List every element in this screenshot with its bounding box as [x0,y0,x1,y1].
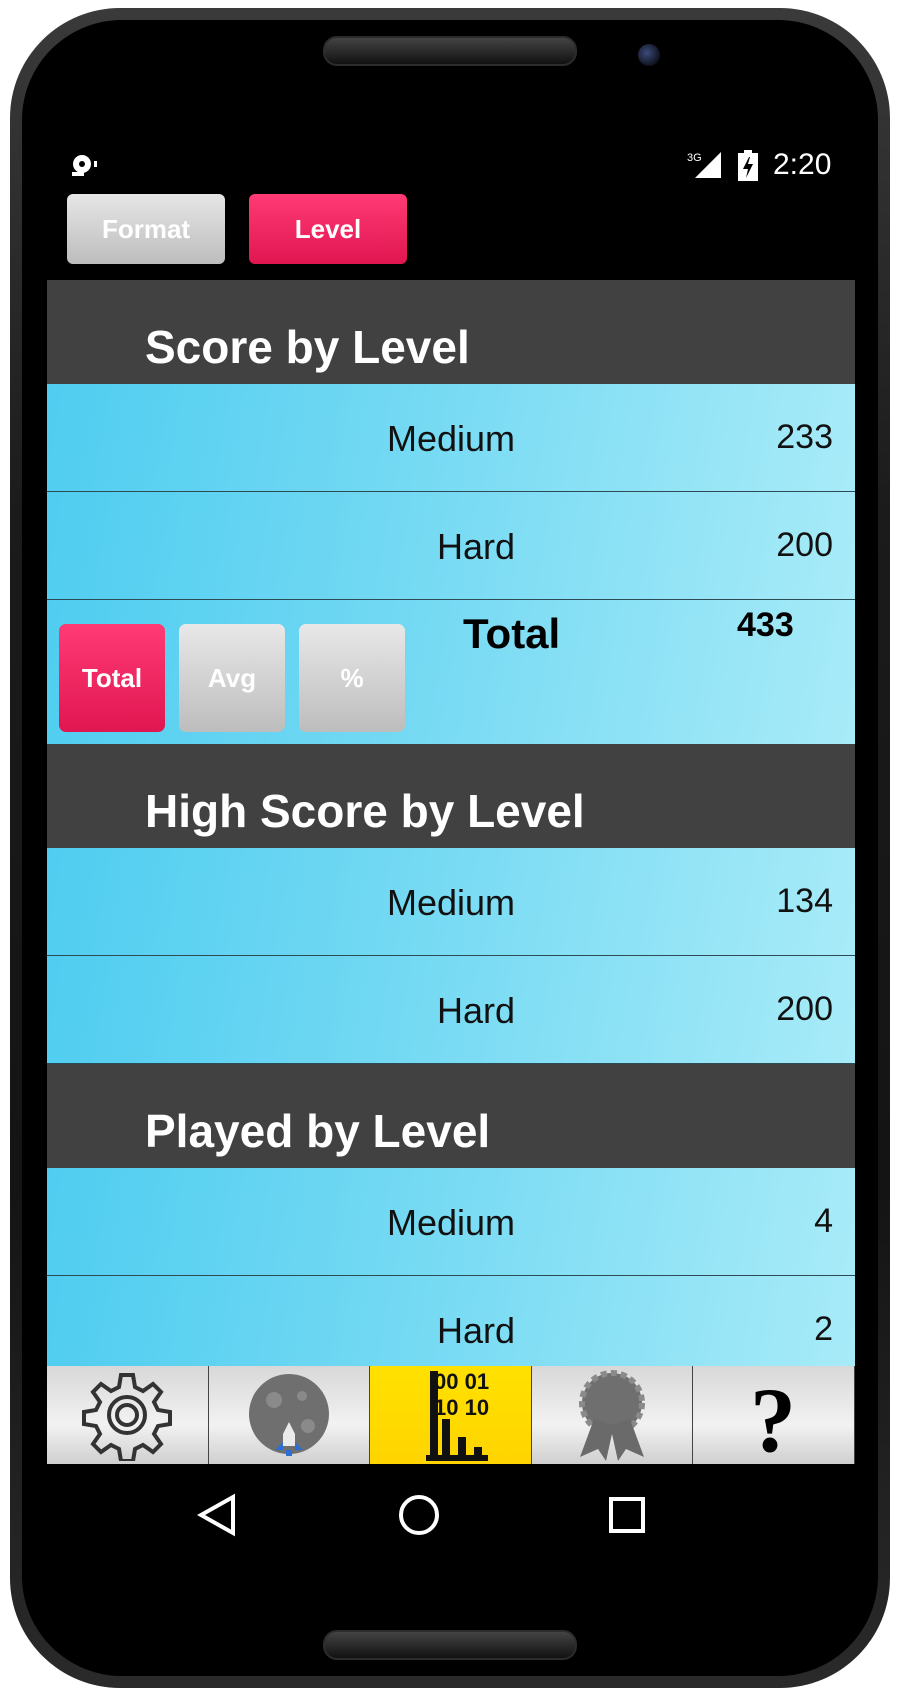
gear-icon [82,1373,173,1461]
row-label: Medium [386,882,515,923]
stats-list: Score by Level Medium 233 Hard 200 Total… [47,280,855,1366]
row-label: Medium [386,418,515,459]
home-icon[interactable] [397,1493,441,1537]
app-screen: 3G 2:20 Format Level Score by Level Medi… [47,136,855,1483]
played-section-title: Played by Level [47,1064,855,1168]
high-score-section-title: High Score by Level [47,744,855,848]
total-label: Total [463,610,561,657]
android-nav-bar [47,1483,855,1583]
row-label: Hard [436,990,515,1031]
score-total-row: Total Avg % Total 433 [47,600,855,744]
format-button[interactable]: Format [67,194,225,264]
moon-rocket-icon [248,1374,329,1456]
row-label: Medium [386,1202,515,1243]
row-value: 2 [814,1310,833,1348]
bottom-speaker [323,1630,577,1660]
bottom-tab-bar: 00 01 10 10 ? [47,1366,855,1464]
award-ribbon-icon [579,1370,646,1461]
table-row: Medium 134 [47,848,855,956]
battery-icon [738,150,758,181]
tab-settings[interactable] [47,1366,209,1464]
average-mode-button[interactable]: Avg [179,624,285,732]
question-icon: ? [750,1369,796,1461]
row-value: 200 [776,990,833,1028]
table-row: Hard 200 [47,492,855,600]
question-glyph: ? [750,1369,796,1461]
percent-mode-button[interactable]: % [299,624,405,732]
signal-icon: 3G [687,152,721,178]
status-bar: 3G 2:20 [47,136,855,192]
binary-chart-icon: 00 01 10 10 [426,1369,490,1461]
total-value: 433 [737,606,794,644]
row-value: 4 [814,1202,833,1240]
table-row: Medium 4 [47,1168,855,1276]
binary-bottom-glyph: 10 10 [434,1395,489,1420]
score-section-title: Score by Level [47,280,855,384]
front-camera [638,44,660,66]
notification-icon [72,155,97,176]
status-clock: 2:20 [773,148,832,181]
binary-top-glyph: 00 01 [434,1369,489,1394]
tab-achievements[interactable] [531,1366,694,1464]
back-icon[interactable] [197,1493,237,1537]
earpiece-speaker [323,36,577,66]
row-label: Hard [436,1310,515,1351]
row-value: 134 [776,882,833,920]
recents-icon[interactable] [607,1493,647,1537]
tab-help[interactable]: ? [693,1366,855,1464]
row-value: 233 [776,418,833,456]
tab-stats[interactable]: 00 01 10 10 [370,1366,532,1464]
level-button[interactable]: Level [249,194,407,264]
row-value: 200 [776,526,833,564]
table-row: Medium 233 [47,384,855,492]
table-row: Hard 2 [47,1276,855,1366]
tab-play[interactable] [208,1366,371,1464]
network-type: 3G [687,152,702,164]
row-label: Hard [436,526,515,567]
total-mode-button[interactable]: Total [59,624,165,732]
table-row: Hard 200 [47,956,855,1064]
